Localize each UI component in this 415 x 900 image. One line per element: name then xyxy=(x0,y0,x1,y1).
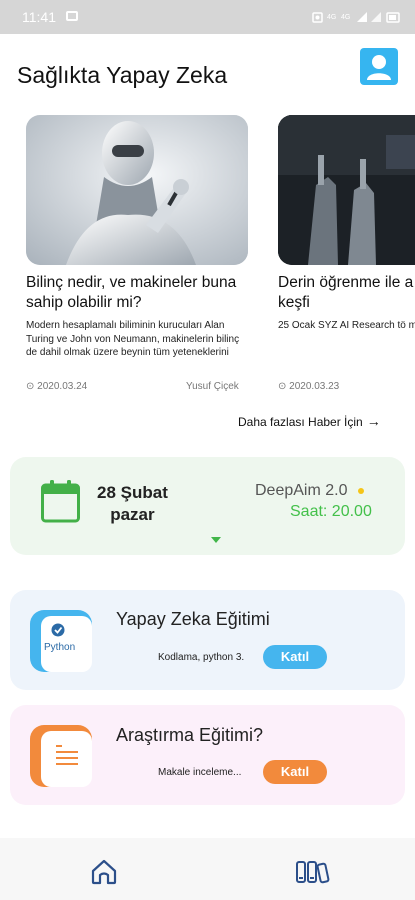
news-date: ⊙ 2020.03.24 xyxy=(26,381,87,392)
python-icon: Python xyxy=(30,610,92,672)
course-desc: Kodlama, python 3. xyxy=(158,652,245,663)
news-summary: 25 Ocak SYZ AI Research tö makale sunuml… xyxy=(278,320,415,331)
home-icon[interactable] xyxy=(90,859,118,885)
event-name: DeepAim 2.0 xyxy=(255,482,348,499)
news-author: Yusuf Çiçek xyxy=(186,381,239,392)
library-icon[interactable] xyxy=(295,860,331,884)
news-date-text: 2020.03.23 xyxy=(289,381,340,392)
event-date-day: 28 Şubat xyxy=(97,483,168,502)
news-image-robot xyxy=(26,115,248,265)
clock-icon: ⊙ xyxy=(278,381,287,392)
python-icon-label: Python xyxy=(44,642,75,653)
course-title: Araştırma Eğitimi? xyxy=(116,725,264,745)
news-card[interactable]: Bilinç nedir, ve makineler buna sahip ol… xyxy=(26,115,248,360)
expand-caret-icon[interactable] xyxy=(211,537,221,543)
course-title: Yapay Zeka Eğitimi xyxy=(116,609,270,629)
svg-text:4G: 4G xyxy=(327,14,336,21)
join-button[interactable]: Katıl xyxy=(263,760,327,784)
news-card[interactable]: Derin öğrenme ile a keşfi 25 Ocak SYZ AI… xyxy=(278,115,415,333)
svg-text:4G: 4G xyxy=(341,14,350,21)
news-date: ⊙ 2020.03.23 xyxy=(278,381,339,392)
news-date-text: 2020.03.24 xyxy=(37,381,88,392)
news-headline[interactable]: Bilinç nedir, ve makineler buna sahip ol… xyxy=(26,273,246,313)
course-desc: Makale inceleme... xyxy=(158,767,242,778)
status-bar: 11:41 4G 4G xyxy=(0,0,415,34)
status-system-icons: 4G 4G xyxy=(312,12,400,23)
arrow-right-icon: → xyxy=(366,413,381,429)
calendar-icon xyxy=(41,480,80,523)
image-notification-icon xyxy=(66,11,78,21)
user-icon xyxy=(367,55,391,80)
event-time: Saat: 20.00 xyxy=(290,503,372,520)
more-news-link[interactable]: Daha fazlası Haber İçin → xyxy=(238,413,381,429)
news-image-robot-hands xyxy=(278,115,415,265)
news-summary: Modern hesaplamalı biliminin kurucuları … xyxy=(26,320,240,358)
more-news-label: Daha fazlası Haber İçin xyxy=(238,415,363,429)
join-button[interactable]: Katıl xyxy=(263,645,327,669)
event-status-dot xyxy=(358,488,364,494)
bottom-navigation xyxy=(0,838,415,900)
document-icon xyxy=(30,725,92,787)
page-title: Sağlıkta Yapay Zeka xyxy=(17,62,228,88)
clock-icon: ⊙ xyxy=(26,381,35,392)
profile-button[interactable] xyxy=(360,48,398,85)
event-date-weekday: pazar xyxy=(110,505,155,524)
event-date: 28 Şubat pazar xyxy=(97,482,168,526)
news-headline[interactable]: Derin öğrenme ile a keşfi xyxy=(278,273,415,313)
status-time: 11:41 xyxy=(22,9,56,25)
